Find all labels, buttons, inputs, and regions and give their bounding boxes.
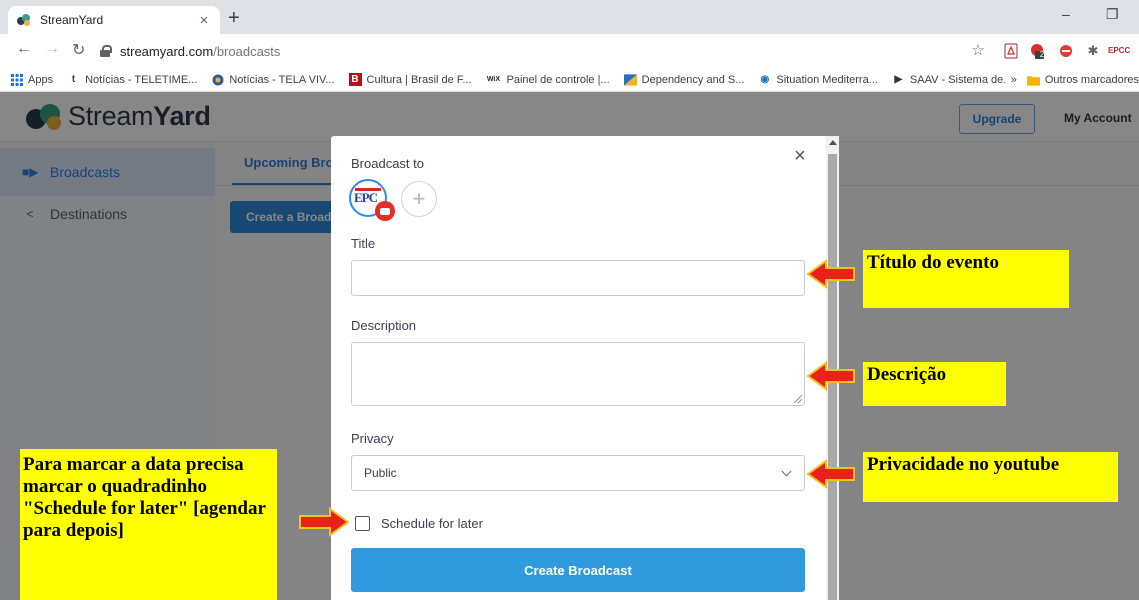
- title-input[interactable]: [351, 260, 805, 296]
- bookmark-brasil-de-fato[interactable]: B Cultura | Brasil de F...: [348, 73, 472, 86]
- reload-icon[interactable]: ↻: [72, 40, 85, 60]
- teletime-icon: t: [71, 74, 76, 85]
- url-path: /broadcasts: [213, 43, 281, 59]
- puzzle-extensions-icon[interactable]: ✱: [1085, 43, 1101, 59]
- tela-viva-icon: [211, 73, 224, 86]
- bookmark-star-icon[interactable]: ☆: [970, 43, 986, 59]
- back-icon[interactable]: ←: [16, 40, 32, 58]
- bookmark-situation[interactable]: ◉ Situation Mediterra...: [758, 73, 878, 86]
- description-textarea[interactable]: [351, 342, 805, 406]
- description-label: Description: [351, 318, 417, 333]
- url-host: streamyard.com: [120, 43, 214, 59]
- bookmarks-bar: Apps t Notícias - TELETIME... Notícias -…: [0, 68, 1139, 92]
- minimize-icon[interactable]: –: [1062, 6, 1070, 22]
- schedule-checkbox[interactable]: [355, 516, 370, 531]
- bookmark-label: SAAV - Sistema de...: [909, 73, 1013, 86]
- address-bar[interactable]: streamyard.com /broadcasts: [100, 39, 1000, 63]
- new-tab-button[interactable]: +: [228, 8, 240, 28]
- wix-icon: WiX: [486, 76, 501, 83]
- red-arrow-right-icon: [299, 507, 350, 537]
- title-label: Title: [351, 236, 376, 251]
- bookmark-label: Cultura | Brasil de F...: [366, 73, 472, 86]
- tab-close-icon[interactable]: ×: [196, 12, 212, 29]
- bookmark-label: Notícias - TELA VIV...: [229, 73, 335, 86]
- title-annotation: Título do evento: [863, 250, 1069, 308]
- bookmark-label: Painel de controle |...: [506, 73, 610, 86]
- bookmark-wix[interactable]: WiX Painel de controle |...: [485, 73, 610, 86]
- bookmark-dependency[interactable]: Dependency and S...: [623, 73, 745, 86]
- bookmarks-overflow: » Outros marcadores: [1004, 68, 1139, 91]
- forward-icon[interactable]: →: [44, 40, 60, 58]
- unhcr-icon: ◉: [760, 74, 770, 85]
- red-arrow-icon: [806, 361, 855, 391]
- streamyard-favicon-icon: [17, 14, 30, 26]
- restore-icon[interactable]: ❐: [1106, 6, 1119, 23]
- chevron-down-icon: [781, 466, 792, 477]
- bookmark-tela-viva[interactable]: Notícias - TELA VIV...: [211, 73, 335, 86]
- create-broadcast-button[interactable]: Create Broadcast: [351, 548, 805, 592]
- bookmark-saav[interactable]: ▶ SAAV - Sistema de...: [892, 73, 1013, 86]
- dependency-icon: [623, 73, 637, 86]
- broadcast-to-label: Broadcast to: [351, 156, 424, 171]
- bookmark-apps[interactable]: Apps: [10, 73, 53, 86]
- red-arrow-icon: [806, 259, 855, 289]
- add-destination-button[interactable]: +: [401, 181, 437, 217]
- description-annotation: Descrição: [863, 362, 1006, 406]
- privacy-select[interactable]: Public: [351, 455, 805, 491]
- brasil-de-fato-icon: B: [348, 73, 362, 86]
- epcc-extension-icon[interactable]: EPCC: [1108, 43, 1130, 59]
- bookmark-teletime[interactable]: t Notícias - TELETIME...: [67, 73, 197, 86]
- scroll-up-arrow-icon[interactable]: [829, 140, 837, 145]
- browser-tabstrip: StreamYard × + – ❐: [0, 0, 1139, 34]
- avatar-logo-text: EPC: [354, 190, 378, 205]
- privacy-value: Public: [364, 466, 397, 480]
- resize-handle-icon[interactable]: [794, 395, 802, 403]
- extension-badge-count: 2: [1039, 50, 1045, 59]
- tab-title: StreamYard: [40, 13, 104, 27]
- close-icon[interactable]: ×: [794, 146, 806, 166]
- red-extension-icon[interactable]: [1058, 43, 1074, 59]
- bookmark-label: Apps: [28, 73, 54, 86]
- youtube-icon: [375, 201, 395, 221]
- browser-tab[interactable]: StreamYard ×: [8, 6, 220, 34]
- bookmarks-overflow-chevron[interactable]: »: [1011, 74, 1017, 86]
- bookmark-label: Situation Mediterra...: [776, 73, 878, 86]
- browser-toolbar: ← → ↻ streamyard.com /broadcasts ☆ 2 ✱ E…: [0, 34, 1139, 68]
- bookmark-other-folder[interactable]: Outros marcadores: [1026, 74, 1139, 87]
- schedule-annotation: Para marcar a data precisa marcar o quad…: [20, 449, 277, 600]
- bookmark-label: Notícias - TELETIME...: [85, 73, 198, 86]
- red-arrow-icon: [806, 459, 855, 489]
- create-broadcast-dialog: Broadcast to × EPC + Title Description P…: [331, 136, 839, 600]
- destination-avatar[interactable]: EPC: [349, 179, 395, 221]
- lock-icon: [100, 45, 112, 57]
- play-icon: ▶: [894, 74, 903, 85]
- schedule-label[interactable]: Schedule for later: [381, 516, 483, 531]
- apps-grid-icon: [10, 73, 23, 86]
- folder-icon: [1026, 74, 1040, 87]
- bookmark-label: Dependency and S...: [641, 73, 745, 86]
- bookmark-label: Outros marcadores: [1044, 74, 1139, 86]
- privacy-annotation: Privacidade no youtube: [863, 452, 1118, 502]
- pdf-extension-icon[interactable]: [1003, 43, 1019, 59]
- privacy-label: Privacy: [351, 431, 394, 446]
